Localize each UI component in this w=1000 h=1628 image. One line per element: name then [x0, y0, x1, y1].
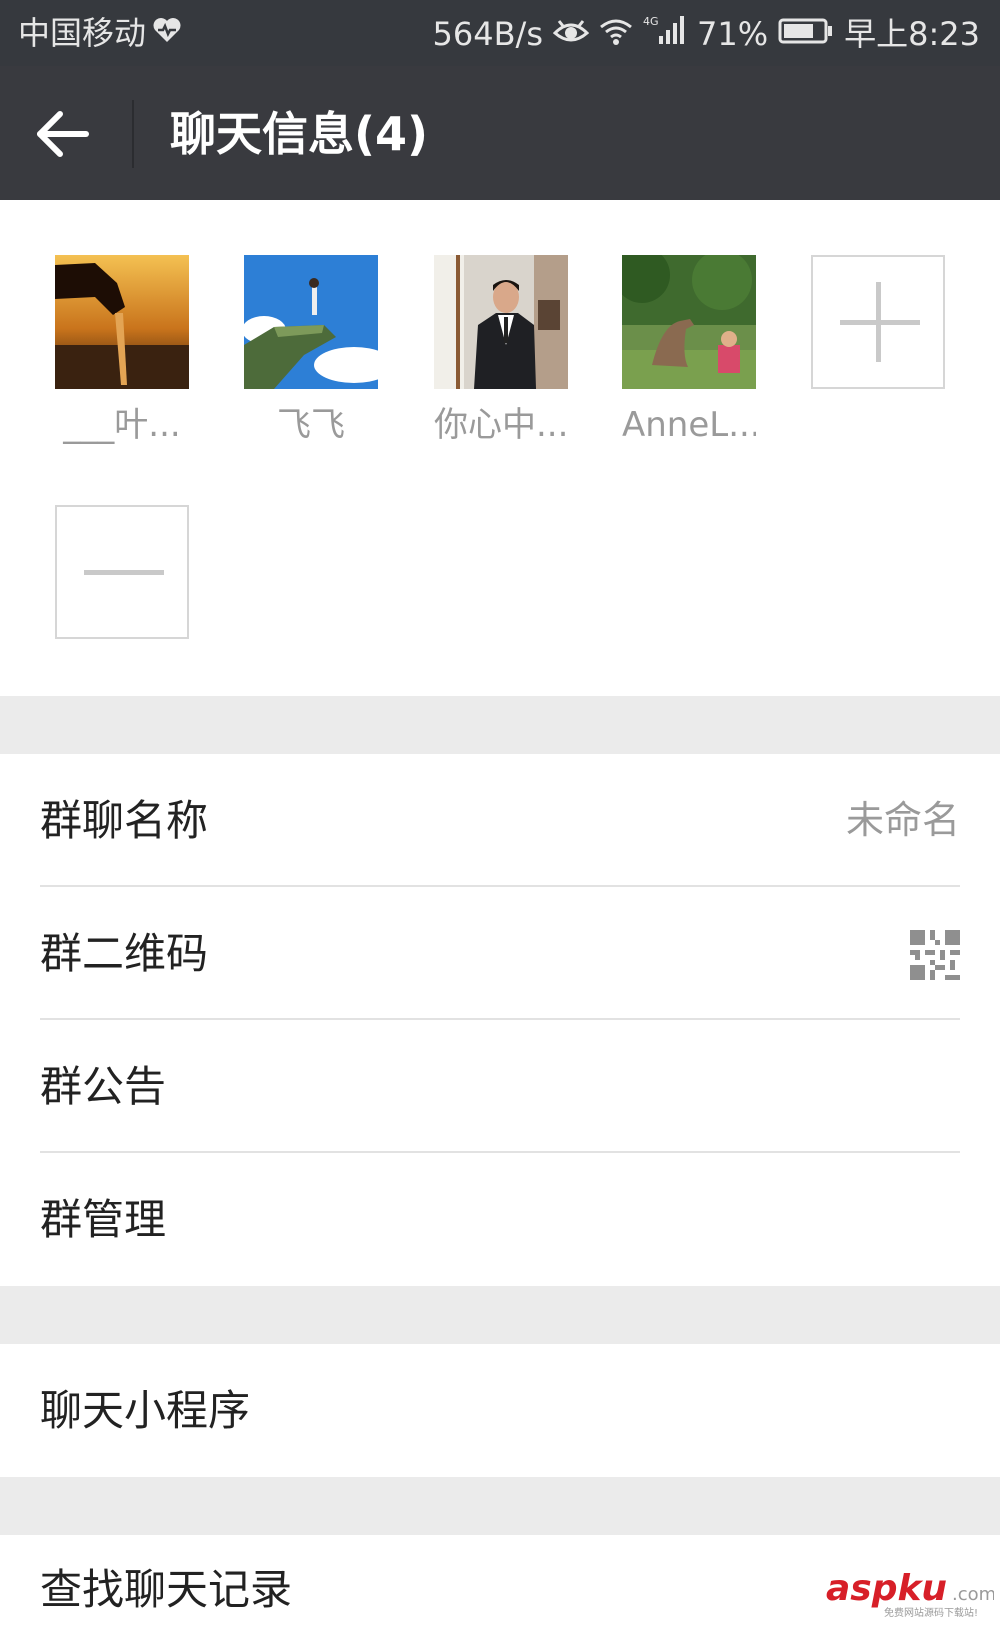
group-name-value: 未命名 [845, 798, 960, 842]
member-name: ___叶... [63, 405, 181, 445]
settings-group-1: 群聊名称 未命名 群二维码 群公告 群管理 [0, 754, 1000, 1286]
member-avatar [244, 255, 378, 389]
title-bar: 聊天信息(4) [0, 66, 1000, 200]
section-gap [0, 696, 1000, 754]
row-label: 群二维码 [40, 929, 209, 978]
row-label: 群聊名称 [40, 796, 209, 845]
arrow-left-icon [37, 111, 89, 157]
remove-member-button[interactable] [55, 505, 189, 639]
group-qr-row[interactable]: 群二维码 [0, 887, 1000, 1020]
member-item[interactable]: AnneL... [622, 255, 756, 447]
battery-percent: 71% [697, 15, 769, 53]
wifi-icon [599, 15, 633, 53]
aspku-watermark: aspku .com 免费网站源码下载站! [826, 1568, 994, 1619]
member-avatar [55, 255, 189, 389]
section-gap [0, 1286, 1000, 1344]
member-avatar [622, 255, 756, 389]
svg-text:aspku: aspku [826, 1568, 947, 1609]
section-gap [0, 1477, 1000, 1535]
member-item[interactable]: ___叶... [55, 255, 189, 447]
row-label: 群管理 [40, 1195, 167, 1244]
heart-rate-icon [152, 14, 182, 52]
signal-icon: 4G [643, 14, 687, 54]
title-divider [132, 100, 134, 168]
row-label: 聊天小程序 [40, 1386, 251, 1435]
eye-icon [552, 15, 590, 53]
member-name: 飞飞 [277, 405, 345, 445]
status-bar-right: 564B/s 4G 71% 早上8:23 [433, 14, 980, 54]
svg-text:4G: 4G [643, 15, 659, 28]
status-bar: 中国移动 564B/s 4G 71% 早上8:23 [0, 0, 1000, 66]
member-item[interactable]: 飞飞 [244, 255, 378, 447]
group-name-row[interactable]: 群聊名称 未命名 [0, 754, 1000, 887]
svg-text:.com: .com [952, 1584, 994, 1605]
add-member-button[interactable] [811, 255, 945, 389]
battery-icon [778, 15, 834, 53]
carrier-label: 中国移动 [18, 14, 147, 52]
clock: 早上8:23 [844, 15, 980, 53]
back-button[interactable] [30, 104, 100, 164]
status-bar-left: 中国移动 [18, 14, 182, 52]
row-label: 查找聊天记录 [40, 1565, 293, 1614]
mini-program-row[interactable]: 聊天小程序 [0, 1344, 1000, 1477]
row-label: 群公告 [40, 1062, 167, 1111]
group-notice-row[interactable]: 群公告 [0, 1020, 1000, 1153]
page-title: 聊天信息(4) [170, 107, 429, 161]
group-manage-row[interactable]: 群管理 [0, 1153, 1000, 1286]
svg-text:免费网站源码下载站!: 免费网站源码下载站! [884, 1606, 978, 1619]
settings-group-2: 聊天小程序 [0, 1344, 1000, 1477]
member-avatar [434, 255, 568, 389]
member-item[interactable]: 你心中... [434, 255, 568, 447]
qr-code-icon [910, 930, 960, 980]
member-name: 你心中... [434, 405, 568, 445]
member-name: AnneL... [622, 405, 756, 445]
member-grid: ___叶... 飞飞 你心中... AnneL... [0, 200, 1000, 696]
network-speed: 564B/s [432, 15, 543, 53]
